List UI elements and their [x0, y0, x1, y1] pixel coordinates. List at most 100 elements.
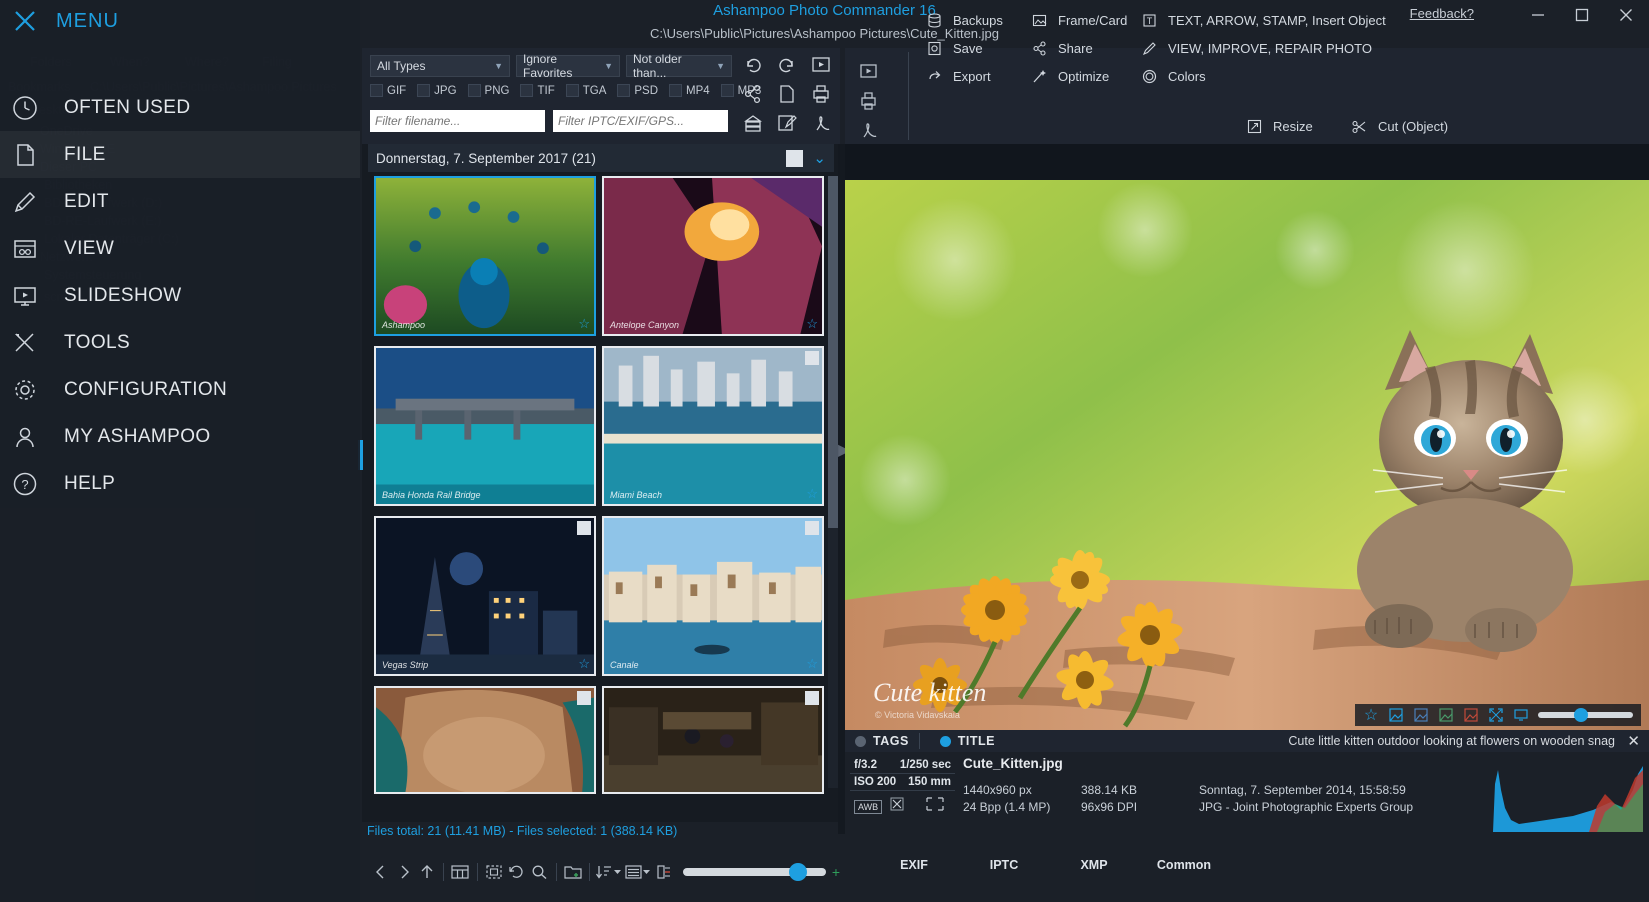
refresh-icon[interactable]: [505, 857, 528, 887]
format-checkbox-tga[interactable]: TGA: [566, 84, 607, 97]
pdf-icon[interactable]: [855, 114, 882, 144]
frame-card-button[interactable]: Frame/Card: [1030, 6, 1127, 34]
back-icon[interactable]: [370, 857, 393, 887]
thumbnail-checkbox[interactable]: [805, 691, 819, 705]
thumbnail-item[interactable]: Vegas Strip ☆: [374, 516, 596, 676]
star-icon[interactable]: ☆: [806, 316, 818, 332]
slideshow-icon[interactable]: [855, 56, 882, 86]
thumbnail-item[interactable]: [374, 686, 596, 794]
slider-knob[interactable]: [789, 863, 807, 881]
close-button[interactable]: [1615, 4, 1637, 26]
text-arrow-stamp-button[interactable]: TTEXT, ARROW, STAMP, Insert Object: [1140, 6, 1386, 34]
export-button[interactable]: Export: [925, 62, 1003, 90]
sort-icon[interactable]: [595, 857, 624, 887]
chevron-down-icon[interactable]: ⌄: [813, 149, 826, 167]
menu-item-slideshow[interactable]: SLIDESHOW: [0, 272, 360, 319]
format-checkbox-mp4[interactable]: MP4: [669, 84, 710, 97]
redo-icon[interactable]: [774, 52, 800, 78]
search-icon[interactable]: [528, 857, 551, 887]
save-button[interactable]: Save: [925, 34, 1003, 62]
panel-splitter-right[interactable]: [838, 144, 845, 834]
title-value[interactable]: Cute little kitten outdoor looking at fl…: [1288, 734, 1615, 748]
format-checkbox-gif[interactable]: GIF: [370, 84, 406, 97]
metadata-filter-input[interactable]: [553, 110, 728, 132]
format-checkbox-psd[interactable]: PSD: [617, 84, 658, 97]
monitor-icon[interactable]: [1513, 707, 1529, 723]
format-checkbox-tif[interactable]: TIF: [520, 84, 554, 97]
backups-button[interactable]: Backups: [925, 6, 1003, 34]
print-icon[interactable]: [808, 81, 834, 107]
menu-item-help[interactable]: ? HELP: [0, 460, 360, 507]
red-channel-icon[interactable]: [1463, 707, 1479, 723]
feedback-link[interactable]: Feedback?: [1410, 6, 1474, 21]
colors-button[interactable]: Colors: [1140, 62, 1386, 90]
star-icon[interactable]: ☆: [578, 316, 590, 332]
tab-common[interactable]: Common: [1139, 858, 1229, 872]
group-select-checkbox[interactable]: [786, 150, 803, 167]
menu-item-often-used[interactable]: OFTEN USED: [0, 84, 360, 131]
date-group-header[interactable]: Donnerstag, 7. September 2017 (21) ⌄: [368, 144, 834, 172]
format-checkbox-jpg[interactable]: JPG: [417, 84, 456, 97]
menu-item-view[interactable]: VIEW: [0, 225, 360, 272]
resize-button[interactable]: Resize: [1245, 112, 1313, 140]
star-icon[interactable]: ☆: [578, 656, 590, 672]
thumbnail-checkbox[interactable]: [577, 691, 591, 705]
print-icon[interactable]: [855, 85, 882, 115]
zoom-in-label[interactable]: +: [832, 864, 840, 880]
menu-item-edit[interactable]: EDIT: [0, 178, 360, 225]
blue-channel-icon[interactable]: [1413, 707, 1429, 723]
star-icon[interactable]: ☆: [806, 656, 818, 672]
thumbnail-item[interactable]: Bahia Honda Rail Bridge: [374, 346, 596, 506]
thumbnail-item[interactable]: Canale ☆: [602, 516, 824, 676]
share-button[interactable]: Share: [1030, 34, 1127, 62]
archive-icon[interactable]: [740, 110, 766, 136]
forward-icon[interactable]: [393, 857, 416, 887]
rgb-icon[interactable]: [1388, 707, 1404, 723]
tags-radio[interactable]: [855, 736, 866, 747]
list-mode-icon[interactable]: [624, 857, 653, 887]
fullscreen-icon[interactable]: [1488, 707, 1504, 723]
grid-view-icon[interactable]: [449, 857, 472, 887]
share-icon[interactable]: [740, 81, 766, 107]
tab-iptc[interactable]: IPTC: [959, 858, 1049, 872]
menu-item-tools[interactable]: TOOLS: [0, 319, 360, 366]
menu-item-file[interactable]: FILE: [0, 131, 360, 178]
select-all-icon[interactable]: [483, 857, 506, 887]
thumbnail-checkbox[interactable]: [805, 521, 819, 535]
slideshow-icon[interactable]: [808, 52, 834, 78]
thumbnail-checkbox[interactable]: [577, 521, 591, 535]
star-icon[interactable]: ☆: [806, 486, 818, 502]
new-folder-icon[interactable]: [561, 857, 584, 887]
age-filter-select[interactable]: Not older than...▼: [626, 55, 732, 77]
thumbnail-checkbox[interactable]: [805, 351, 819, 365]
title-radio[interactable]: [940, 736, 951, 747]
optimize-button[interactable]: Optimize: [1030, 62, 1127, 90]
thumbnail-item[interactable]: Antelope Canyon ☆: [602, 176, 824, 336]
tab-xmp[interactable]: XMP: [1049, 858, 1139, 872]
preview-image[interactable]: Cute kitten © Victoria Vidavskaia ☆: [845, 180, 1649, 734]
green-channel-icon[interactable]: [1438, 707, 1454, 723]
favorites-filter-select[interactable]: Ignore Favorites▼: [516, 55, 620, 77]
menu-item-configuration[interactable]: CONFIGURATION: [0, 366, 360, 413]
view-improve-repair-button[interactable]: VIEW, IMPROVE, REPAIR PHOTO: [1140, 34, 1386, 62]
undo-icon[interactable]: [740, 52, 766, 78]
type-filter-select[interactable]: All Types▼: [370, 55, 510, 77]
maximize-button[interactable]: [1571, 4, 1593, 26]
thumbnail-item[interactable]: [602, 686, 824, 794]
preview-zoom-slider[interactable]: [1538, 712, 1633, 718]
title-label[interactable]: TITLE: [958, 734, 995, 748]
minimize-button[interactable]: [1527, 4, 1549, 26]
thumbnail-item[interactable]: Miami Beach ☆: [602, 346, 824, 506]
thumbnail-size-slider[interactable]: [683, 868, 826, 876]
tab-exif[interactable]: EXIF: [869, 858, 959, 872]
close-icon[interactable]: ✕: [1627, 732, 1640, 750]
menu-close-header[interactable]: MENU: [10, 6, 119, 36]
filename-filter-input[interactable]: [370, 110, 545, 132]
thumbnail-scrollbar-thumb[interactable]: [828, 176, 838, 528]
slider-knob[interactable]: [1574, 708, 1588, 722]
details-icon[interactable]: [652, 857, 675, 887]
star-icon[interactable]: ☆: [1363, 707, 1379, 723]
close-menu-icon[interactable]: [10, 6, 40, 36]
newfile-icon[interactable]: [774, 81, 800, 107]
menu-item-my-ashampoo[interactable]: MY ASHAMPOO: [0, 413, 360, 460]
